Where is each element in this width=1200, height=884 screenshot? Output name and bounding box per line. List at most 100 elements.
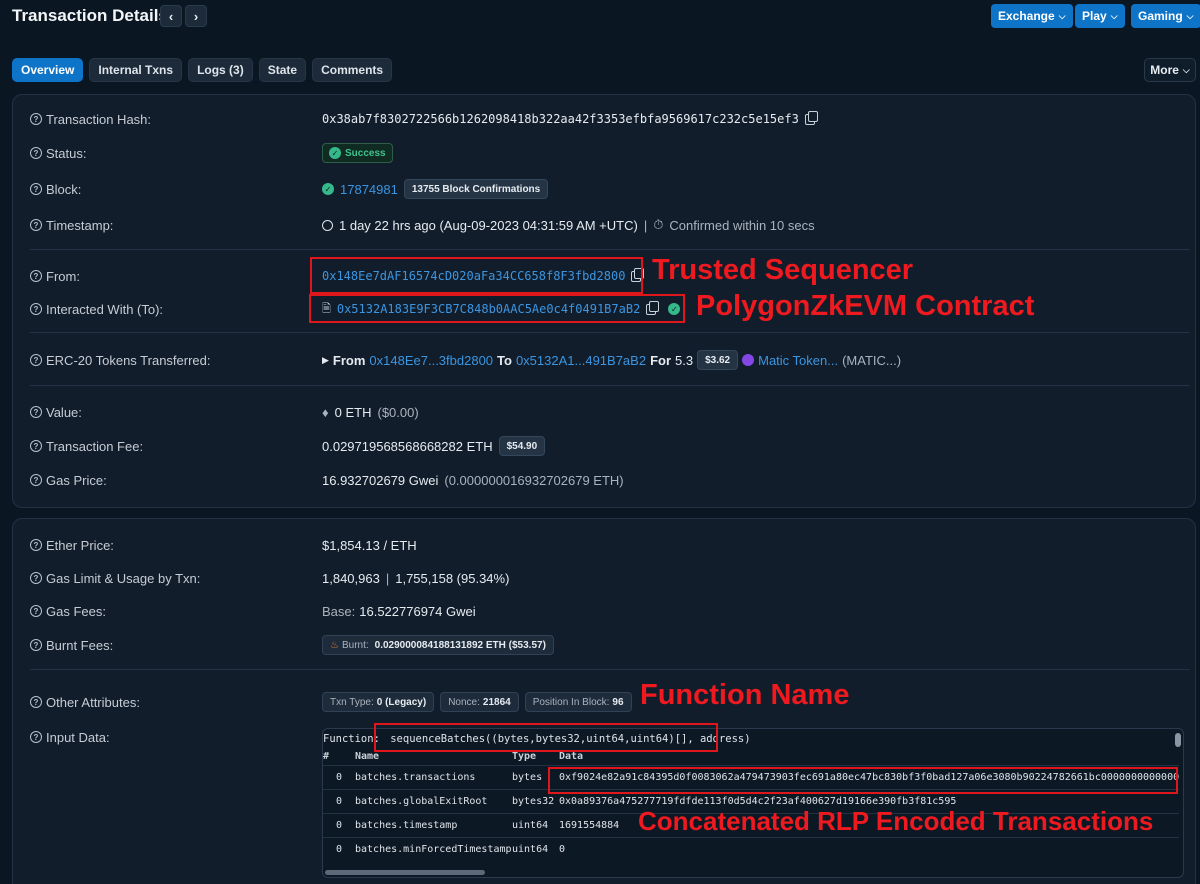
copy-icon[interactable] (646, 300, 660, 315)
burnt-fees-label: Burnt Fees: (46, 637, 114, 653)
exchange-menu-button[interactable]: Exchange ⌵ (991, 4, 1073, 28)
row-data[interactable]: 0 (559, 836, 1179, 861)
gas-fees-row: ? Gas Fees: Base: 16.522776974 Gwei (30, 601, 1190, 621)
confirmed-time: Confirmed within 10 secs (669, 217, 815, 233)
tab-logs[interactable]: Logs (3) (188, 58, 253, 82)
status-badge: ✓ Success (322, 143, 393, 163)
value-usd: ($0.00) (377, 404, 419, 420)
annotation-trusted-sequencer: Trusted Sequencer (652, 254, 914, 286)
tx-hash-value: 0x38ab7f8302722566b1262098418b322aa42f33… (322, 112, 799, 126)
burnt-fees-badge: ♨ Burnt: 0.029000084188131892 ETH ($53.5… (322, 635, 554, 655)
help-icon[interactable]: ? (30, 639, 42, 651)
next-button[interactable]: › (185, 5, 207, 27)
copy-icon[interactable] (631, 267, 645, 282)
help-icon[interactable]: ? (30, 183, 42, 195)
help-icon[interactable]: ? (30, 731, 42, 743)
check-circle-icon: ✓ (329, 147, 341, 159)
position-key: Position In Block: (532, 696, 610, 708)
tx-fee-value: 0.029719568568668282 ETH (322, 438, 493, 454)
page-title: Transaction Details (12, 6, 168, 25)
erc20-row: ? ERC-20 Tokens Transferred: ▶ From 0x148… (30, 350, 1190, 370)
help-icon[interactable]: ? (30, 572, 42, 584)
gas-price-row: ? Gas Price: 16.932702679 Gwei (0.0000000… (30, 470, 1190, 490)
txn-type-value: 0 (Legacy) (376, 696, 427, 708)
nonce-badge: Nonce: 21864 (440, 692, 519, 712)
tab-internal-txns[interactable]: Internal Txns (89, 58, 183, 82)
erc20-from-link[interactable]: 0x148Ee7...3fbd2800 (369, 353, 493, 368)
row-name: batches.minForcedTimestamp (355, 836, 512, 861)
clock-icon (322, 219, 333, 231)
divider: | (385, 570, 390, 586)
help-icon[interactable]: ? (30, 406, 42, 418)
scrollbar-thumb[interactable] (1175, 733, 1181, 747)
status-label: Status: (46, 145, 87, 161)
block-row: ? Block: ✓ 17874981 13755 Block Confirmat… (30, 179, 1190, 199)
help-icon[interactable]: ? (30, 539, 42, 551)
status-value: Success (345, 147, 386, 159)
vertical-scrollbar[interactable] (1175, 733, 1181, 873)
expand-triangle-icon[interactable]: ▶ (322, 355, 329, 366)
col-type-header: Type (512, 751, 537, 763)
chevron-down-icon: ⌵ (1058, 10, 1066, 21)
block-link[interactable]: 17874981 (340, 182, 398, 197)
row-type: uint64 (512, 836, 559, 861)
gas-fees-base-label: Base: (322, 603, 356, 619)
help-icon[interactable]: ? (30, 696, 42, 708)
horizontal-scrollbar[interactable] (325, 870, 1165, 875)
divider (30, 669, 1190, 670)
more-label: More (1150, 63, 1179, 77)
help-icon[interactable]: ? (30, 303, 42, 315)
exchange-menu-label: Exchange (998, 9, 1055, 23)
help-icon[interactable]: ? (30, 113, 42, 125)
col-data-header: Data (559, 751, 584, 763)
tab-bar: Overview Internal Txns Logs (3) State Co… (12, 58, 393, 82)
copy-icon[interactable] (804, 110, 818, 125)
row-type: bytes (512, 764, 559, 789)
tx-hash-label: Transaction Hash: (46, 111, 152, 127)
annotation-contract: PolygonZkEVM Contract (696, 290, 1035, 322)
other-attributes-row: ? Other Attributes: Txn Type: 0 (Legacy) N… (30, 692, 1190, 712)
value-label: Value: (46, 404, 82, 420)
help-icon[interactable]: ? (30, 354, 42, 366)
block-confirmations-badge: 13755 Block Confirmations (403, 179, 549, 199)
token-symbol: (MATIC...) (842, 352, 902, 368)
burnt-fees-row: ? Burnt Fees: ♨ Burnt: 0.0290000841881318… (30, 635, 1190, 655)
erc20-usd-badge: $3.62 (697, 350, 739, 370)
table-header-row: # Name Type Data (323, 749, 1179, 765)
row-name: batches.timestamp (355, 812, 512, 837)
help-icon[interactable]: ? (30, 147, 42, 159)
tab-state[interactable]: State (258, 58, 307, 82)
top-bar: Transaction Details ‹ › Exchange ⌵ Play … (0, 0, 1200, 40)
input-data-box[interactable]: Function: sequenceBatches((bytes,bytes32… (322, 728, 1184, 878)
to-address-link[interactable]: 0x5132A183E9F3CB7C848b0AAC5Ae0c4f0491B7a… (337, 302, 640, 316)
scrollbar-thumb[interactable] (325, 870, 485, 875)
annotation-rlp-data: Concatenated RLP Encoded Transactions (638, 806, 1154, 836)
tab-overview[interactable]: Overview (12, 58, 84, 82)
more-button[interactable]: More ⌵ (1144, 58, 1196, 82)
timestamp-value: 1 day 22 hrs ago (Aug-09-2023 04:31:59 A… (339, 217, 638, 233)
help-icon[interactable]: ? (30, 605, 42, 617)
block-label: Block: (46, 181, 82, 197)
from-label: From: (46, 268, 80, 284)
tab-comments[interactable]: Comments (312, 58, 393, 82)
gaming-menu-button[interactable]: Gaming ⌵ (1131, 4, 1200, 28)
row-data[interactable]: 0xf9024e82a91c84395d0f0083062a479473903f… (559, 764, 1179, 789)
tx-fee-usd-badge: $54.90 (498, 436, 546, 456)
from-address-link[interactable]: 0x148Ee7dAF16574cD020aFa34CC658f8F3fbd28… (322, 269, 625, 283)
help-icon[interactable]: ? (30, 474, 42, 486)
help-icon[interactable]: ? (30, 440, 42, 452)
play-menu-label: Play (1082, 9, 1107, 23)
help-icon[interactable]: ? (30, 219, 42, 231)
token-link[interactable]: Matic Token... (758, 353, 838, 368)
position-value: 96 (612, 696, 624, 708)
row-type: bytes32 (512, 788, 559, 813)
table-row: 0 batches.transactions bytes 0xf9024e82a… (323, 764, 1179, 789)
prev-button[interactable]: ‹ (160, 5, 182, 27)
erc20-to-link[interactable]: 0x5132A1...491B7aB2 (516, 353, 646, 368)
divider (30, 385, 1190, 386)
position-badge: Position In Block: 96 (524, 692, 632, 712)
help-icon[interactable]: ? (30, 270, 42, 282)
gas-limit-value: 1,840,963 (322, 570, 380, 586)
erc20-label: ERC-20 Tokens Transferred: (46, 352, 211, 368)
play-menu-button[interactable]: Play ⌵ (1075, 4, 1125, 28)
